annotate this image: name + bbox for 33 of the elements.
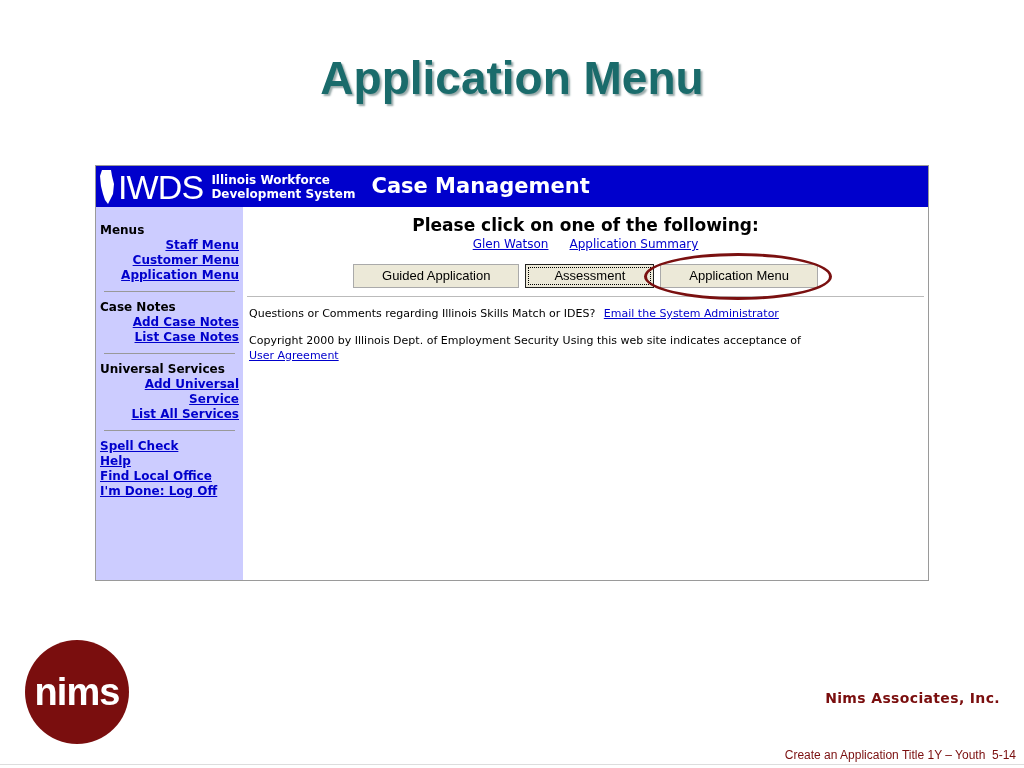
sidebar-link[interactable]: Add Universal Service <box>100 377 239 407</box>
sidebar-link[interactable]: List All Services <box>131 407 239 422</box>
sidebar-link[interactable]: I'm Done: Log Off <box>100 484 218 499</box>
slide-title: Application Menu <box>320 51 704 106</box>
user-agreement-link[interactable]: User Agreement <box>249 348 339 362</box>
questions-text: Questions or Comments regarding Illinois Skills Match or IDES? <box>249 307 597 320</box>
sidebar-link[interactable]: Spell Check <box>100 439 179 454</box>
logo-text: IWDS <box>118 169 204 204</box>
sidebar-link[interactable]: Find Local Office <box>100 469 212 484</box>
form-button[interactable]: Application Menu <box>660 264 818 288</box>
summary-link[interactable]: Application Summary <box>569 235 699 253</box>
section-heading: Universal Services <box>100 362 226 377</box>
sidebar-link[interactable]: Help <box>100 454 131 469</box>
form-button[interactable]: Assessment <box>525 264 655 288</box>
email-link[interactable]: Email the System Administrator <box>603 307 779 320</box>
header-subtitle: Development System <box>211 186 356 201</box>
company-name: Nims Associates, Inc. <box>825 689 1000 708</box>
header-title: Case Management <box>371 172 590 200</box>
sidebar-link[interactable]: List Case Notes <box>134 330 239 345</box>
sidebar-link[interactable]: Customer Menu <box>132 253 239 268</box>
state-map-icon <box>100 169 114 204</box>
summary-link[interactable]: Glen Watson <box>472 235 549 253</box>
form-button[interactable]: Guided Application <box>353 264 520 288</box>
sidebar-link[interactable]: Application Menu <box>121 268 239 283</box>
section-heading: Case Notes <box>100 300 177 315</box>
sidebar-link[interactable]: Staff Menu <box>165 238 239 253</box>
section-heading: Menus <box>100 223 146 238</box>
copyright-text: Copyright 2000 by Illinois Dept. of Employment Security Using this web site indicates acceptance of <box>249 333 801 347</box>
header-subtitle: Illinois Workforce <box>211 172 331 187</box>
prompt-heading: Please click on one of the following: <box>411 215 760 235</box>
slide-footer: Create an Application Title 1Y – Youth 5-14 <box>784 746 1016 764</box>
nims-logo: nims <box>25 640 129 744</box>
sidebar-link[interactable]: Add Case Notes <box>132 315 239 330</box>
